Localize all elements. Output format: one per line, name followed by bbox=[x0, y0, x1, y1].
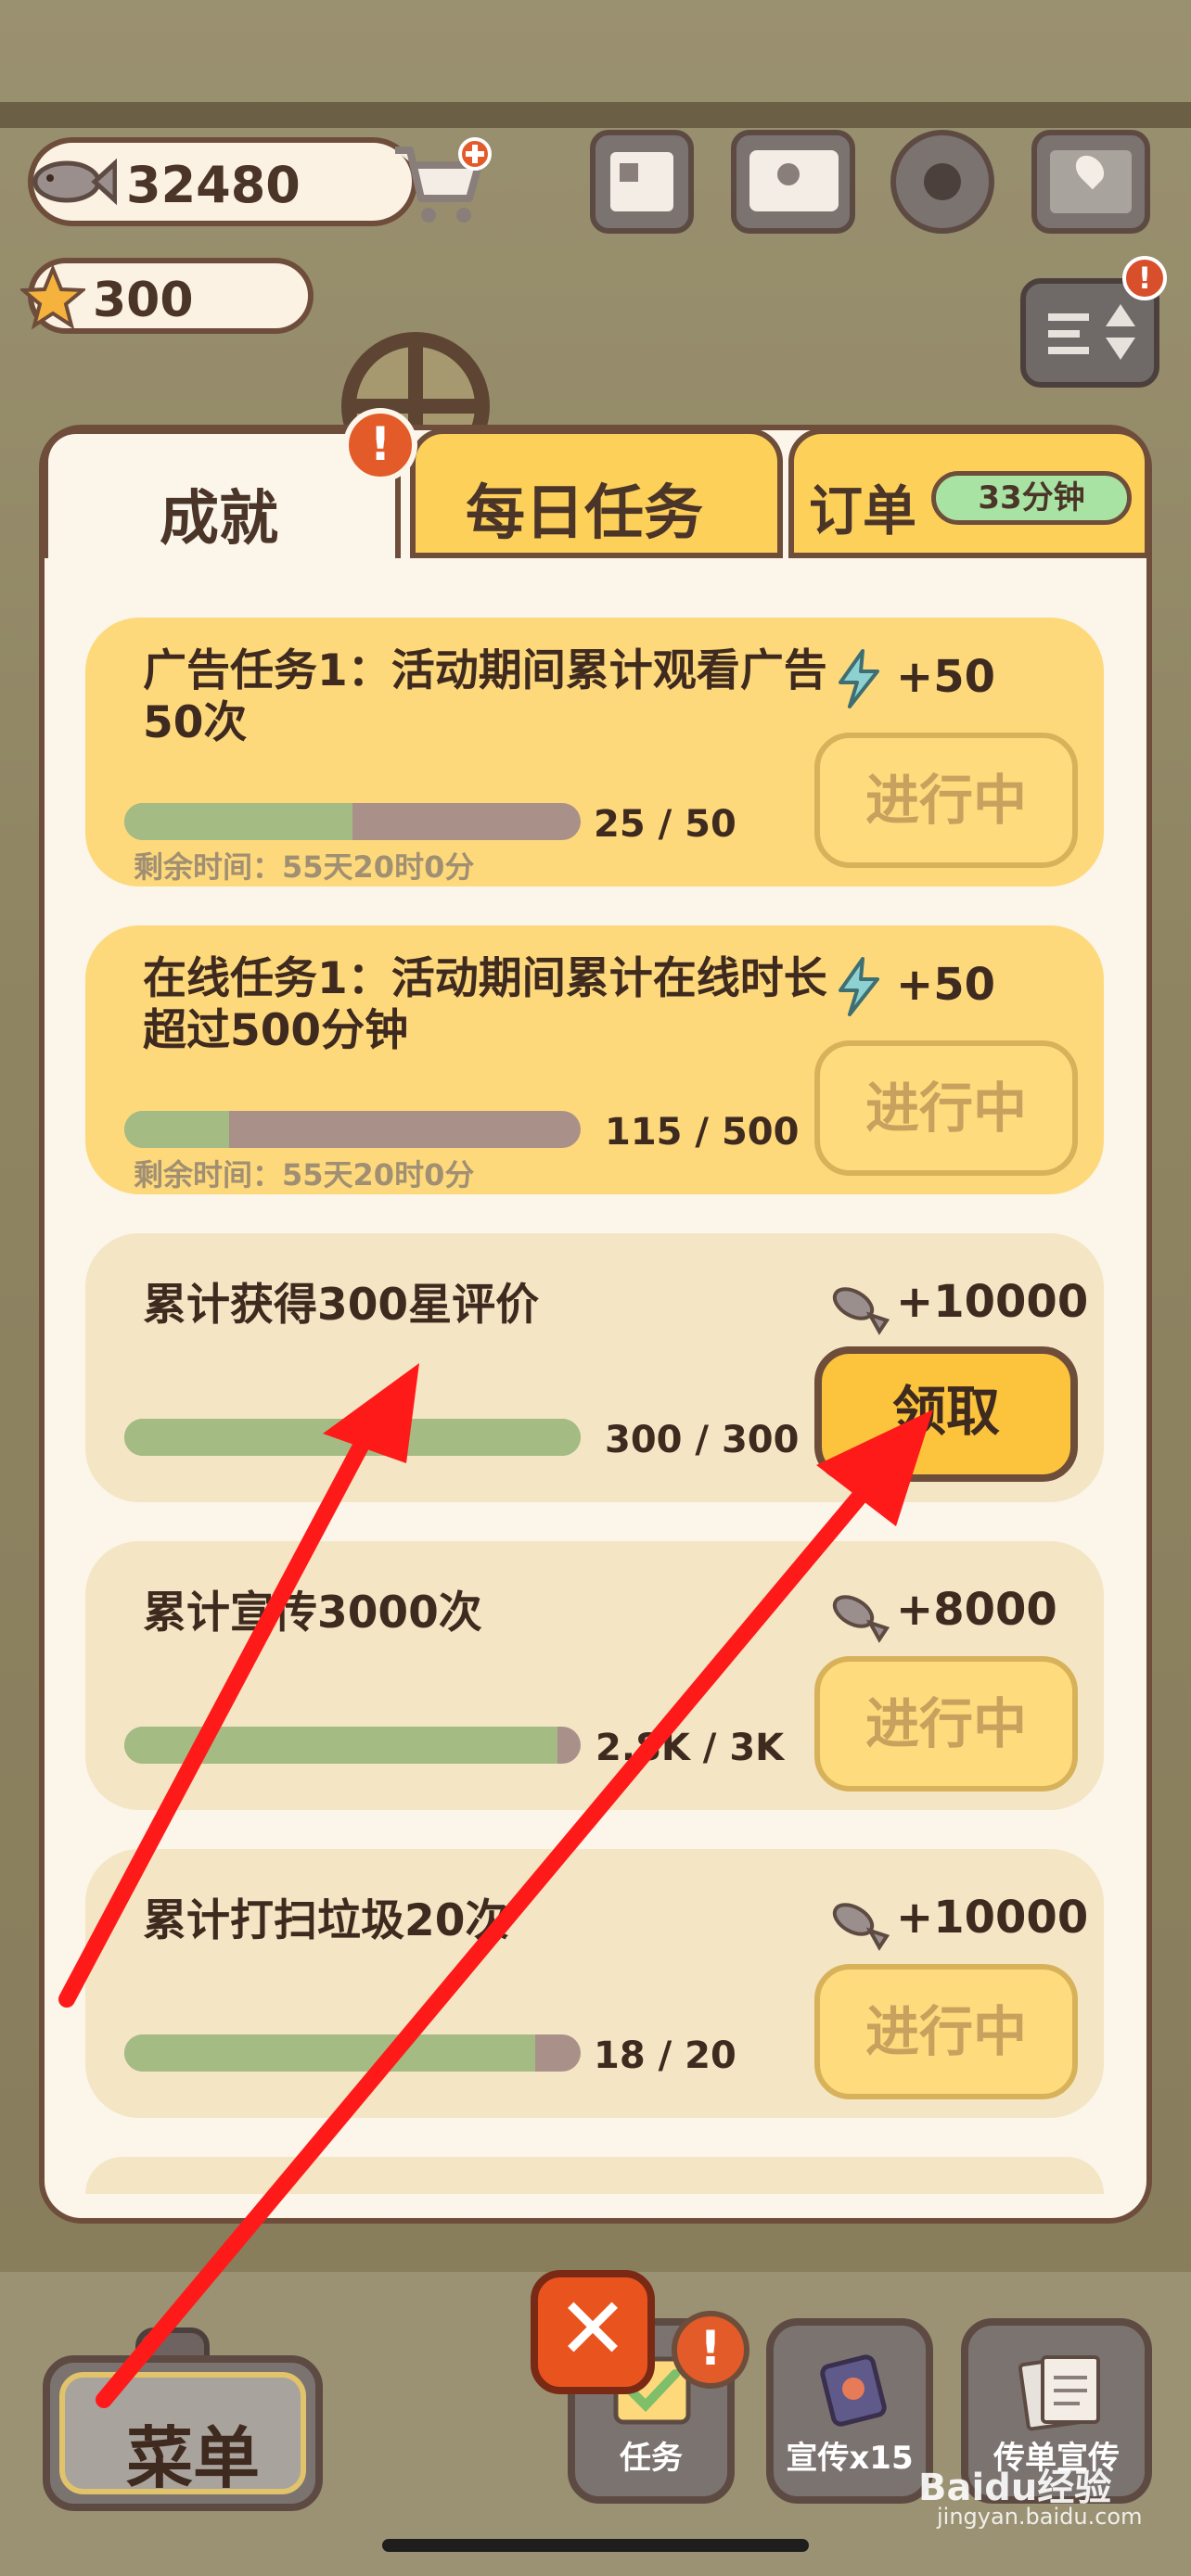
annotation-arrows bbox=[58, 1363, 933, 2408]
watermark-url: jingyan.baidu.com bbox=[937, 2504, 1143, 2530]
annotation-arrow-1 bbox=[58, 1363, 419, 2008]
annotation-arrow-2 bbox=[96, 1409, 933, 2408]
